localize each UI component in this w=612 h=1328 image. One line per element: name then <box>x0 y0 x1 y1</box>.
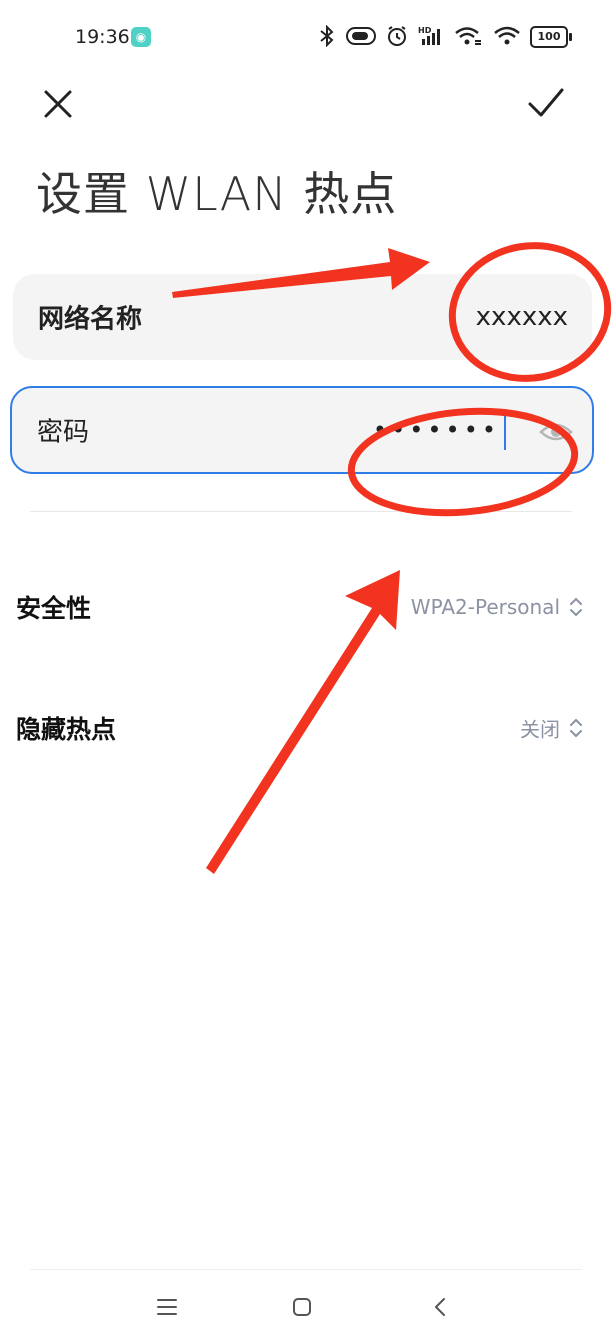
hidden-hotspot-setting[interactable]: 隐藏热点 关闭 <box>16 698 586 758</box>
svg-text:HD: HD <box>418 26 432 35</box>
wifi-icon <box>494 25 520 50</box>
alarm-icon <box>386 25 408 50</box>
chevron-updown-icon <box>570 718 582 738</box>
password-field[interactable]: 密码 ••••••• <box>10 386 594 474</box>
eye-icon[interactable] <box>538 414 574 450</box>
status-icons: HD 100 <box>318 20 572 54</box>
check-icon <box>528 88 564 117</box>
toggle-icon <box>346 26 376 48</box>
section-divider <box>30 511 572 512</box>
confirm-button[interactable] <box>524 82 568 126</box>
status-bar: 19:36 ◉ HD 100 <box>0 0 612 74</box>
security-setting[interactable]: 安全性 WPA2-Personal <box>16 577 586 637</box>
text-cursor <box>504 412 506 450</box>
hidden-hotspot-value: 关闭 <box>520 717 560 742</box>
bluetooth-icon <box>318 24 336 50</box>
security-value: WPA2-Personal <box>410 595 560 619</box>
password-value: ••••••• <box>372 416 500 444</box>
status-time: 19:36 <box>75 26 130 48</box>
notification-app-icon: ◉ <box>131 27 151 47</box>
ssid-value: xxxxxx <box>475 302 568 332</box>
hidden-hotspot-label: 隐藏热点 <box>16 715 117 744</box>
close-button[interactable] <box>36 82 80 126</box>
nav-divider <box>30 1269 582 1270</box>
password-label: 密码 <box>37 417 90 448</box>
close-icon <box>44 90 72 118</box>
ssid-field[interactable]: 网络名称 xxxxxx <box>13 274 592 360</box>
ssid-label: 网络名称 <box>38 304 143 335</box>
page-title: 设置 WLAN 热点 <box>36 167 398 221</box>
hd-signal-icon: HD <box>418 25 444 50</box>
wifi-link-icon <box>454 25 484 50</box>
security-label: 安全性 <box>16 594 92 623</box>
chevron-updown-icon <box>570 597 582 617</box>
battery-indicator: 100 <box>530 26 572 48</box>
